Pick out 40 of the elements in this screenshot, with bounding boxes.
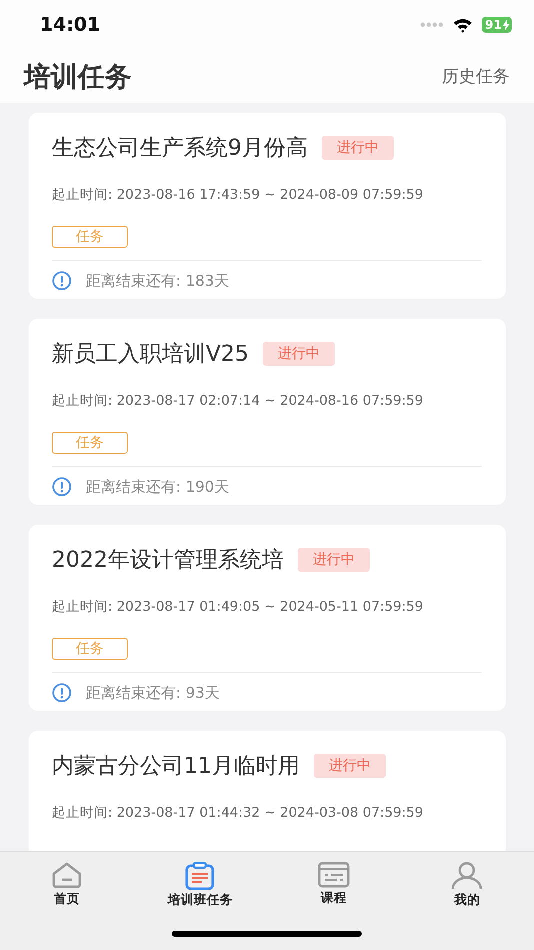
card-icon [318, 862, 350, 888]
task-card[interactable]: 2022年设计管理系统培 进行中 起止时间: 2023-08-17 01:49:05 ~ 2024-05-11 07:59:59 任务 距离结束还有: 93天 [29, 525, 506, 711]
task-tag: 任务 [52, 432, 128, 454]
info-icon [52, 683, 72, 703]
task-period: 起止时间: 2023-08-17 01:49:05 ~ 2024-05-11 07:59:59 [52, 598, 424, 616]
tab-item[interactable]: 我的 [400, 862, 534, 909]
task-period: 起止时间: 2023-08-17 01:44:32 ~ 2024-03-08 07:59:59 [52, 804, 424, 822]
status-badge: 进行中 [322, 136, 394, 160]
task-tag: 任务 [52, 226, 128, 248]
person-icon [451, 862, 484, 890]
task-title: 生态公司生产系统9月份高 [52, 135, 308, 163]
task-card[interactable]: 内蒙古分公司11月临时用 进行中 起止时间: 2023-08-17 01:44:32 ~ 2024-03-08 07:59:59 [29, 731, 506, 851]
remaining-time: 距离结束还有: 183天 [86, 272, 230, 290]
remaining-time: 距离结束还有: 93天 [86, 684, 220, 702]
clipboard-icon [185, 862, 216, 890]
wifi-icon [453, 18, 474, 32]
task-title: 内蒙古分公司11月临时用 [52, 753, 300, 781]
task-card[interactable]: 新员工入职培训V25 进行中 起止时间: 2023-08-17 02:07:14 ~ 2024-08-16 07:59:59 任务 距离结束还有: 190天 [29, 319, 506, 505]
page-title: 培训任务 [24, 60, 132, 94]
house-icon [50, 862, 83, 889]
history-tasks-link[interactable]: 历史任务 [442, 65, 510, 88]
status-time: 14:01 [40, 14, 100, 36]
task-period: 起止时间: 2023-08-16 17:43:59 ~ 2024-08-09 07:59:59 [52, 186, 424, 204]
battery-percentage: 91 [485, 18, 502, 32]
bolt-icon [503, 20, 510, 30]
status-badge: 进行中 [263, 342, 336, 366]
status-badge: 进行中 [298, 548, 370, 572]
signal-icon [420, 22, 444, 28]
task-title: 新员工入职培训V25 [52, 341, 250, 369]
status-badge: 进行中 [314, 754, 386, 778]
tab-item[interactable]: 培训班任务 [134, 862, 267, 909]
tab-item[interactable]: 首页 [0, 862, 134, 909]
info-icon [52, 477, 72, 497]
task-tag: 任务 [52, 638, 128, 660]
task-card[interactable]: 生态公司生产系统9月份高 进行中 起止时间: 2023-08-16 17:43:59 ~ 2024-08-09 07:59:59 任务 距离结束还有: 183天 [29, 113, 506, 299]
task-period: 起止时间: 2023-08-17 02:07:14 ~ 2024-08-16 07:59:59 [52, 392, 424, 410]
remaining-time: 距离结束还有: 190天 [86, 478, 230, 496]
info-icon [52, 271, 72, 291]
tab-item[interactable]: 课程 [267, 862, 400, 909]
task-title: 2022年设计管理系统培 [52, 547, 284, 575]
